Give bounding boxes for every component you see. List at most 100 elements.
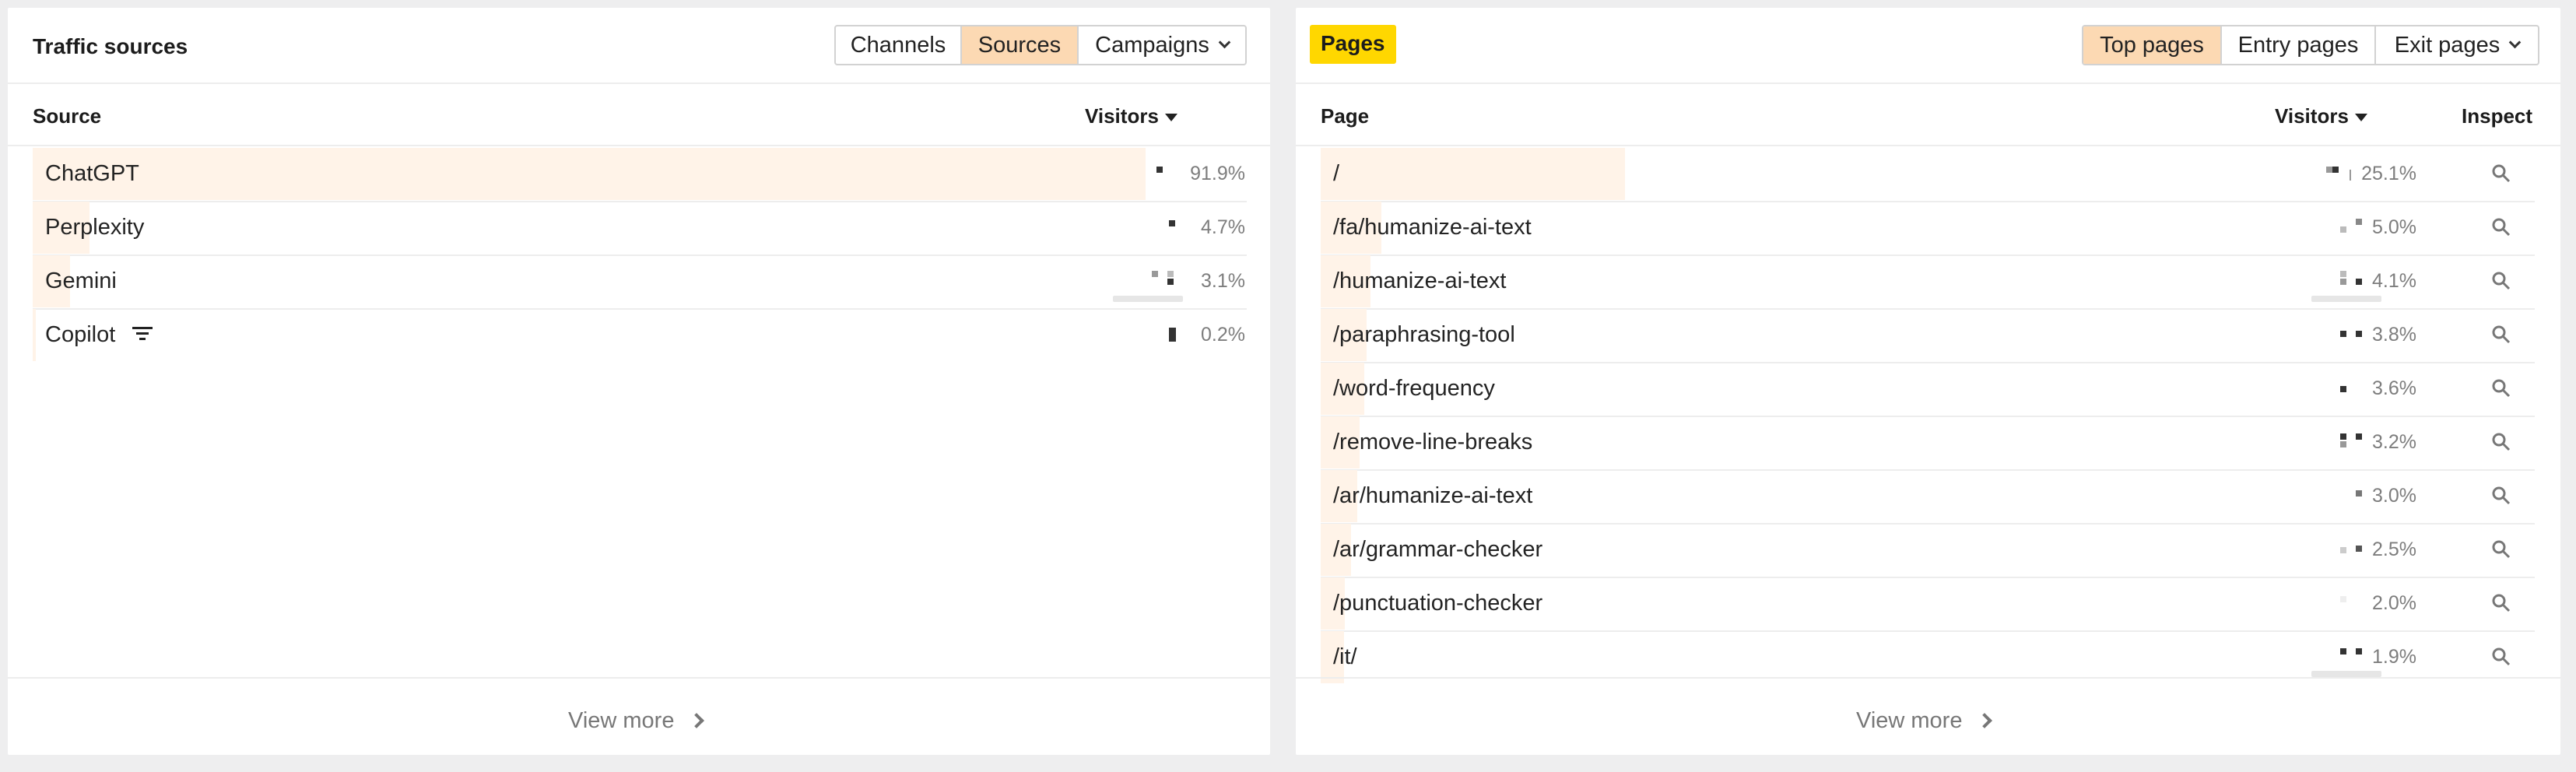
pages-title: Pages: [1310, 25, 1396, 64]
column-visitors-sort[interactable]: Visitors: [2275, 104, 2367, 128]
column-visitors-sort[interactable]: Visitors: [1085, 104, 1177, 128]
search-icon[interactable]: [2491, 539, 2511, 560]
page-path: /word-frequency: [1333, 376, 1495, 401]
pages-tabs: Top pages Entry pages Exit pages: [2082, 25, 2539, 65]
search-icon[interactable]: [2491, 325, 2511, 345]
percent-value: 2.0%: [2372, 592, 2416, 614]
list-item[interactable]: / 25.1%: [1321, 148, 2535, 202]
page-path: /humanize-ai-text: [1333, 268, 1507, 293]
search-icon[interactable]: [2491, 163, 2511, 184]
traffic-sources-title: Traffic sources: [33, 34, 188, 58]
tab-exit-pages[interactable]: Exit pages: [2376, 26, 2538, 64]
page-path: /paraphrasing-tool: [1333, 322, 1515, 347]
percent-value: 3.8%: [2372, 324, 2416, 346]
footer-divider: [8, 677, 1270, 679]
list-item[interactable]: /paraphrasing-tool 3.8%: [1321, 309, 2535, 363]
tab-sources-label: Sources: [977, 32, 1062, 58]
traffic-sources-header: Traffic sources Channels Sources Campaig…: [8, 8, 1270, 84]
list-item[interactable]: Gemini 3.1%: [33, 255, 1247, 310]
scrollbar[interactable]: [2311, 296, 2381, 302]
list-item[interactable]: /ar/humanize-ai-text 3.0%: [1321, 470, 2535, 525]
sparkline-icon: [2326, 163, 2357, 185]
column-source: Source: [33, 104, 102, 128]
search-icon[interactable]: [2491, 486, 2511, 506]
percent-value: 2.5%: [2372, 539, 2416, 560]
list-item[interactable]: ChatGPT 91.9%: [33, 148, 1247, 202]
list-item[interactable]: /punctuation-checker 2.0%: [1321, 577, 2535, 632]
view-more-label: View more: [568, 708, 675, 733]
sparkline-icon: [1152, 271, 1183, 293]
list-item[interactable]: /remove-line-breaks 3.2%: [1321, 416, 2535, 471]
tab-top-pages[interactable]: Top pages: [2083, 26, 2222, 64]
sparkline-icon: [1152, 163, 1183, 185]
tab-entry-pages[interactable]: Entry pages: [2222, 26, 2376, 64]
chevron-down-icon: [1218, 36, 1231, 48]
search-icon[interactable]: [2491, 378, 2511, 398]
share-bar: [33, 148, 1146, 200]
page-path: /punctuation-checker: [1333, 591, 1543, 616]
tab-entry-pages-label: Entry pages: [2237, 32, 2359, 58]
percent-value: 91.9%: [1190, 163, 1245, 184]
tab-campaigns-label: Campaigns: [1095, 32, 1209, 58]
list-item[interactable]: /fa/humanize-ai-text 5.0%: [1321, 202, 2535, 256]
footer-divider: [1296, 677, 2560, 679]
percent-value: 3.1%: [1201, 270, 1245, 292]
list-item[interactable]: Copilot 0.2%: [33, 309, 1247, 363]
chevron-down-icon: [2508, 36, 2522, 48]
percent-value: 3.0%: [2372, 485, 2416, 507]
tab-campaigns[interactable]: Campaigns: [1079, 26, 1245, 64]
tab-channels-label: Channels: [850, 32, 946, 58]
search-icon[interactable]: [2491, 432, 2511, 452]
pages-header: Pages Top pages Entry pages Exit pages: [1296, 8, 2560, 84]
column-page: Page: [1321, 104, 1370, 128]
view-more-label: View more: [1856, 708, 1963, 733]
tab-sources[interactable]: Sources: [962, 26, 1079, 64]
percent-value: 3.6%: [2372, 377, 2416, 399]
scrollbar[interactable]: [2311, 671, 2381, 677]
sort-desc-icon: [1164, 114, 1177, 122]
source-name: Copilot: [45, 322, 116, 347]
page-path: /remove-line-breaks: [1333, 430, 1533, 454]
page-path: /ar/grammar-checker: [1333, 537, 1543, 562]
column-inspect: Inspect: [2462, 104, 2533, 128]
traffic-sources-tabs: Channels Sources Campaigns: [834, 25, 1247, 65]
page-path: /fa/humanize-ai-text: [1333, 215, 1532, 240]
page-path: /ar/humanize-ai-text: [1333, 483, 1533, 508]
share-bar: [33, 309, 36, 361]
source-label: Copilot: [45, 309, 153, 361]
traffic-sources-column-header: Source Visitors: [8, 86, 1270, 146]
tab-top-pages-label: Top pages: [2100, 32, 2204, 58]
percent-value: 0.2%: [1201, 324, 1245, 346]
search-icon[interactable]: [2491, 593, 2511, 613]
list-item[interactable]: Perplexity 4.7%: [33, 202, 1247, 256]
scrollbar[interactable]: [1113, 296, 1183, 302]
tab-exit-pages-label: Exit pages: [2394, 32, 2501, 58]
list-item[interactable]: /ar/grammar-checker 2.5%: [1321, 524, 2535, 578]
column-visitors-label: Visitors: [2275, 104, 2349, 128]
search-icon[interactable]: [2491, 271, 2511, 291]
source-label: ChatGPT: [45, 161, 139, 186]
page-path: /it/: [1333, 644, 1357, 669]
traffic-sources-panel: Traffic sources Channels Sources Campaig…: [8, 8, 1270, 755]
chevron-right-icon: [689, 713, 705, 728]
view-more-link[interactable]: View more: [1856, 707, 1993, 735]
list-item[interactable]: /word-frequency 3.6%: [1321, 363, 2535, 417]
percent-value: 25.1%: [2361, 163, 2416, 184]
view-more-link[interactable]: View more: [568, 707, 705, 735]
tab-channels[interactable]: Channels: [836, 26, 962, 64]
column-visitors-label: Visitors: [1085, 104, 1159, 128]
search-icon[interactable]: [2491, 217, 2511, 237]
search-icon[interactable]: [2491, 647, 2511, 667]
pages-panel: Pages Top pages Entry pages Exit pages P…: [1296, 8, 2560, 755]
share-bar: [1321, 148, 1625, 200]
percent-value: 3.2%: [2372, 431, 2416, 453]
sort-desc-icon: [2354, 114, 2367, 122]
source-label: Gemini: [45, 268, 117, 293]
percent-value: 5.0%: [2372, 216, 2416, 238]
pages-column-header: Page Visitors Inspect: [1296, 86, 2560, 146]
filter-icon[interactable]: [132, 325, 153, 342]
page-path: /: [1333, 161, 1340, 186]
chevron-right-icon: [1977, 713, 1993, 728]
percent-value: 4.7%: [1201, 216, 1245, 238]
source-label: Perplexity: [45, 215, 145, 240]
